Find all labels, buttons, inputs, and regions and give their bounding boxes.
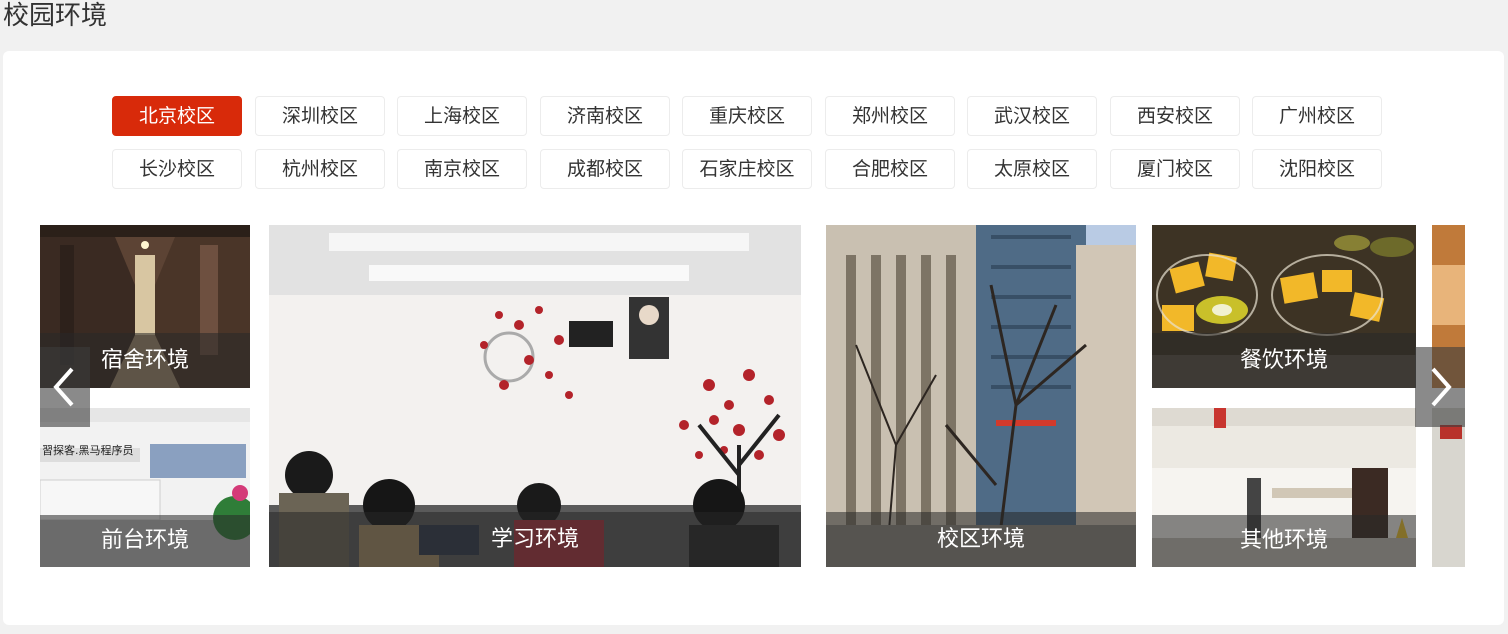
tile-other[interactable]: 其他环境 <box>1152 408 1416 567</box>
campus-tab[interactable]: 太原校区 <box>967 149 1097 189</box>
section-title: 校园环境 <box>3 1 108 31</box>
chevron-right-icon <box>1431 367 1452 407</box>
svg-text:習探客.黑马程序员: 習探客.黑马程序员 <box>42 443 134 457</box>
campus-tab[interactable]: 武汉校区 <box>967 96 1097 136</box>
tile-caption: 前台环境 <box>40 515 250 567</box>
campus-tab[interactable]: 上海校区 <box>397 96 527 136</box>
tile-dining[interactable]: 餐饮环境 <box>1152 225 1416 388</box>
campus-tabs: 北京校区 深圳校区 上海校区 济南校区 重庆校区 郑州校区 武汉校区 西安校区 广州校区长沙校区… <box>112 96 1392 196</box>
tile-campus[interactable]: 校区环境 <box>826 225 1136 567</box>
tile-caption: 餐饮环境 <box>1152 333 1416 388</box>
tile-study[interactable]: 学习环境 <box>269 225 801 567</box>
tile-caption: 校区环境 <box>826 512 1136 567</box>
campus-tab[interactable]: 广州校区 <box>1252 96 1382 136</box>
carousel-next-button[interactable] <box>1415 347 1465 427</box>
campus-tab[interactable]: 厦门校区 <box>1110 149 1240 189</box>
tile-caption: 学习环境 <box>269 512 801 567</box>
campus-tab[interactable]: 济南校区 <box>540 96 670 136</box>
tile-front-desk[interactable]: 習探客.黑马程序员 前台环境 <box>40 408 250 567</box>
campus-environment-panel: 北京校区 深圳校区 上海校区 济南校区 重庆校区 郑州校区 武汉校区 西安校区 广州校区长沙校区… <box>3 51 1504 625</box>
campus-tab[interactable]: 郑州校区 <box>825 96 955 136</box>
campus-tab[interactable]: 重庆校区 <box>682 96 812 136</box>
campus-tab[interactable]: 石家庄校区 <box>682 149 812 189</box>
campus-tab[interactable]: 杭州校区 <box>255 149 385 189</box>
campus-tab[interactable]: 北京校区 <box>112 96 242 136</box>
chevron-left-icon <box>53 367 74 407</box>
environment-carousel: 宿舍环境 習探客.黑马程序员 前台环境 学习环境 校区环境 餐饮环境 其他环境 <box>40 225 1465 567</box>
campus-tab[interactable]: 西安校区 <box>1110 96 1240 136</box>
campus-tab[interactable]: 深圳校区 <box>255 96 385 136</box>
campus-tab[interactable]: 沈阳校区 <box>1252 149 1382 189</box>
campus-tab[interactable]: 成都校区 <box>540 149 670 189</box>
tile-caption: 其他环境 <box>1152 515 1416 567</box>
carousel-prev-button[interactable] <box>40 347 90 427</box>
campus-tab[interactable]: 南京校区 <box>397 149 527 189</box>
campus-tab[interactable]: 合肥校区 <box>825 149 955 189</box>
campus-tab[interactable]: 长沙校区 <box>112 149 242 189</box>
